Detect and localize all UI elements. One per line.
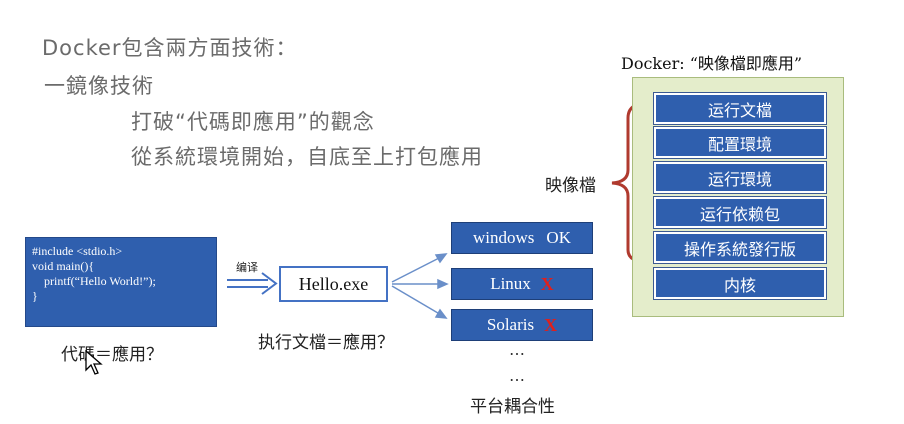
layer-run-file: 运行文檔 — [654, 93, 826, 124]
platform-linux: Linux X — [451, 268, 593, 300]
mouse-cursor-icon — [85, 350, 103, 375]
layer-config-env: 配置環境 — [654, 127, 826, 158]
platform-coupling-caption: 平台耦合性 — [470, 397, 555, 417]
platform-status-x: X — [544, 314, 558, 335]
layer-runtime-env: 运行環境 — [654, 162, 826, 193]
layer-os-distribution: 操作系統發行版 — [654, 232, 826, 263]
platform-name: Solaris — [486, 315, 535, 334]
code-caption: 代碼＝應用？ — [61, 345, 163, 365]
compile-label: 编译 — [236, 261, 258, 274]
platform-name: windows — [473, 228, 535, 247]
platform-name: Linux — [490, 274, 531, 293]
layer-kernel: 内核 — [654, 268, 826, 299]
platform-ellipsis: … — [509, 340, 525, 359]
platform-status-x: X — [540, 273, 554, 294]
hello-exe-box: Hello.exe — [279, 266, 388, 302]
docker-panel-title: Docker: “映像檔即應用” — [621, 54, 803, 73]
platform-status-ok: OK — [546, 228, 571, 247]
platform-arrows — [391, 253, 449, 319]
exe-caption: 执行文檔＝應用？ — [258, 333, 394, 353]
platform-solaris: Solaris X — [451, 309, 593, 341]
layer-dependencies: 运行依赖包 — [654, 197, 826, 228]
image-bracket-label: 映像檔 — [545, 176, 596, 196]
platform-windows: windows OK — [451, 222, 593, 254]
source-code-box: #include <stdio.h> void main(){ printf(“… — [25, 237, 217, 327]
compile-arrow — [227, 272, 278, 295]
platform-ellipsis: … — [509, 366, 525, 385]
